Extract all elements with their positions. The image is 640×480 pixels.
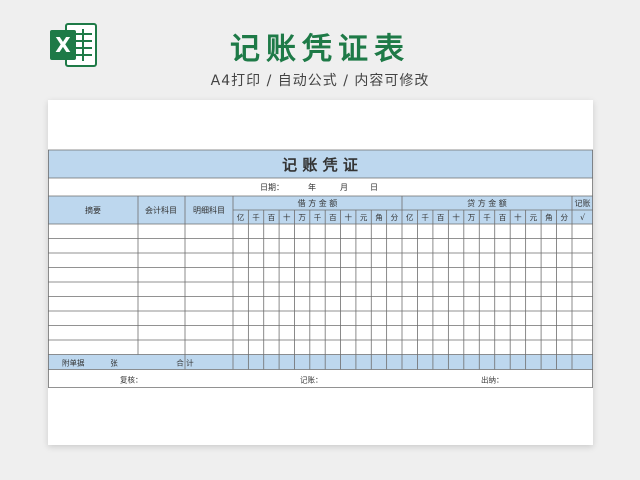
- credit-digit-unit: 十: [452, 212, 460, 222]
- credit-digit-unit: 千: [483, 212, 491, 222]
- total-row-band: [48, 354, 593, 370]
- credit-digit-unit: 分: [561, 213, 569, 222]
- credit-digit-unit: 亿: [406, 212, 414, 222]
- col-summary-header: 摘要: [85, 205, 101, 215]
- debit-digit-unit: 百: [268, 213, 276, 222]
- credit-digit-unit: 百: [499, 213, 507, 222]
- month-label: 月: [340, 183, 348, 192]
- page-header: X 记账凭证表 A4打印 / 自动公式 / 内容可修改: [0, 0, 640, 100]
- col-detail-header: 明细科目: [193, 205, 225, 215]
- col-account-header: 会计科目: [145, 205, 177, 215]
- credit-digit-unit: 十: [514, 212, 522, 222]
- col-debit-header: 借 方 金 额: [298, 198, 338, 208]
- year-label: 年: [308, 182, 316, 192]
- reviewer-label: 复核：: [120, 375, 143, 385]
- col-posted-header: 记账: [575, 199, 591, 208]
- debit-digit-unit: 十: [283, 212, 291, 222]
- bookkeeper-label: 记账：: [300, 376, 323, 385]
- col-credit-header: 贷 方 金 额: [467, 198, 507, 208]
- debit-digit-unit: 角: [375, 212, 383, 222]
- attach-unit: 张: [110, 359, 118, 368]
- voucher-form: 记 账 凭 证日期： 年 月 日摘要 会计科目 明细科目 借 方 金 额 贷 方 金 额 记账 √…: [48, 149, 593, 388]
- debit-digit-unit: 百: [329, 213, 337, 222]
- debit-digit-unit: 十: [344, 212, 352, 222]
- attach-label: 附单据: [62, 358, 85, 368]
- debit-digit-unit: 万: [298, 213, 306, 222]
- voucher-sheet: 记 账 凭 证日期： 年 月 日摘要 会计科目 明细科目 借 方 金 额 贷 方 金 额 记账 √…: [48, 100, 593, 445]
- debit-digit-unit: 千: [252, 212, 260, 222]
- date-label: 日期：: [260, 183, 284, 192]
- voucher-title: 记 账 凭 证: [282, 156, 358, 174]
- debit-digit-unit: 千: [314, 212, 322, 222]
- debit-digit-unit: 亿: [237, 212, 245, 222]
- credit-digit-unit: 万: [468, 213, 476, 222]
- debit-digit-unit: 元: [360, 213, 368, 222]
- day-label: 日: [370, 183, 378, 192]
- credit-digit-unit: 元: [530, 213, 538, 222]
- credit-digit-unit: 角: [545, 212, 553, 222]
- posted-mark: √: [580, 213, 586, 222]
- page-title: 记账凭证表: [230, 32, 410, 67]
- credit-digit-unit: 千: [421, 212, 429, 222]
- debit-digit-unit: 分: [391, 213, 399, 222]
- credit-digit-unit: 百: [437, 213, 445, 222]
- cashier-label: 出纳：: [481, 375, 504, 385]
- page-subtitle: A4打印 / 自动公式 / 内容可修改: [210, 73, 430, 89]
